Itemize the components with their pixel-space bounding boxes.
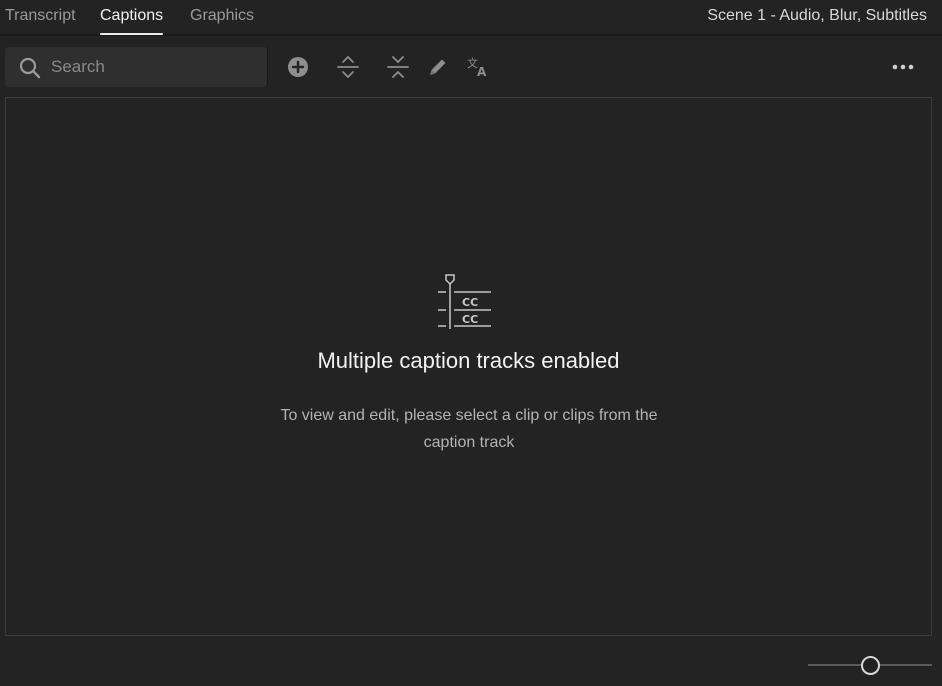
svg-text:CC: CC — [462, 313, 478, 326]
add-icon — [288, 57, 308, 77]
merge-captions-button[interactable] — [386, 55, 410, 79]
search-input[interactable] — [51, 53, 256, 81]
tab-captions[interactable]: Captions — [100, 7, 164, 35]
tab-label: Graphics — [190, 7, 255, 24]
tab-label: Captions — [100, 7, 164, 24]
captions-list-panel: CC CC Multiple caption tracks enabled To… — [5, 97, 932, 636]
edit-caption-button[interactable] — [426, 55, 450, 79]
collapse-icon — [387, 56, 409, 78]
captions-panel: Transcript Captions Graphics Scene 1 - A… — [0, 0, 942, 686]
svg-text:A: A — [477, 65, 487, 79]
toolbar: 文 A — [0, 38, 942, 94]
split-caption-button[interactable] — [336, 55, 360, 79]
search-box[interactable] — [5, 47, 267, 87]
pencil-icon — [430, 59, 446, 75]
translate-button[interactable]: 文 A — [466, 55, 490, 79]
search-icon — [19, 57, 41, 79]
translate-icon: 文 A — [467, 56, 487, 79]
caption-tracks-icon: CC CC — [438, 274, 491, 329]
toolbar-divider — [267, 47, 268, 87]
tab-graphics[interactable]: Graphics — [190, 7, 254, 25]
add-caption-button[interactable] — [286, 55, 310, 79]
slider-thumb[interactable] — [861, 656, 880, 675]
more-options-button[interactable] — [891, 55, 915, 79]
more-icon — [892, 64, 914, 70]
tab-transcript[interactable]: Transcript — [5, 7, 76, 25]
svg-text:CC: CC — [462, 296, 478, 309]
expand-icon — [337, 56, 359, 78]
tab-label: Transcript — [5, 7, 76, 24]
tab-bar: Transcript Captions Graphics Scene 1 - A… — [0, 0, 942, 36]
active-tab-indicator — [100, 33, 164, 35]
zoom-slider[interactable] — [808, 655, 932, 675]
empty-state-title: Multiple caption tracks enabled — [317, 348, 620, 373]
sequence-title: Scene 1 - Audio, Blur, Subtitles — [707, 7, 927, 24]
empty-state-message: To view and edit, please select a clip o… — [280, 407, 658, 451]
